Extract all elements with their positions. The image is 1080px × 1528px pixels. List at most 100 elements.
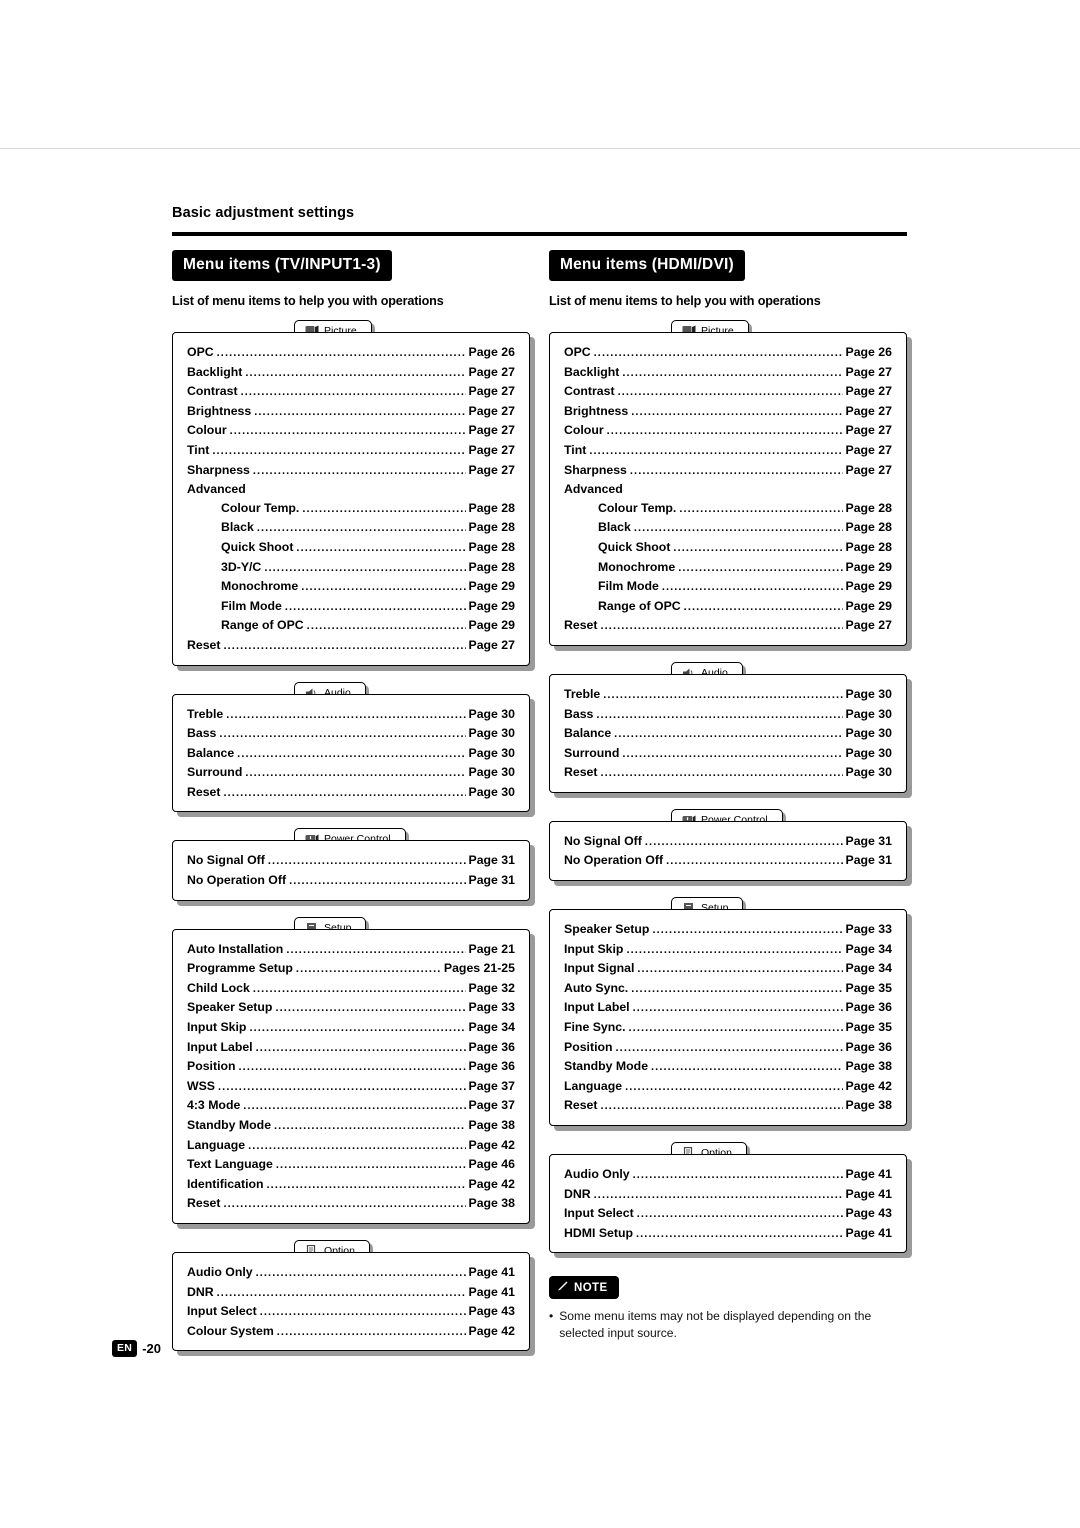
menu-item-page: Page 30 — [468, 706, 516, 721]
menu-list-box: Speaker Setup...........................… — [549, 909, 912, 1131]
menu-item-row: Language................................… — [187, 1136, 515, 1156]
menu-item-row: Monochrome..............................… — [564, 558, 892, 578]
menu-item-page: Page 28 — [468, 500, 516, 515]
menu-item-page: Page 36 — [468, 1039, 516, 1054]
column-hdmi-dvi: Menu items (HDMI/DVI) List of menu items … — [549, 250, 912, 1259]
menu-item-page: Page 28 — [845, 520, 893, 535]
menu-item-label: Contrast — [187, 384, 238, 399]
menu-item-row: No Signal Off...........................… — [187, 851, 515, 871]
menu-item-row: Treble..................................… — [187, 705, 515, 725]
menu-item-label: 4:3 Mode — [187, 1098, 241, 1113]
menu-item-label: Bass — [187, 726, 217, 741]
menu-item-page: Page 29 — [468, 598, 516, 613]
menu-item-label: Reset — [187, 1196, 221, 1211]
leader-dots: ........................................… — [229, 425, 466, 438]
menu-item-page: Page 27 — [845, 364, 893, 379]
menu-item-row: Reset...................................… — [564, 763, 892, 783]
note-badge: NOTE — [549, 1276, 619, 1299]
leader-dots: ........................................… — [218, 1080, 466, 1093]
menu-item-row: Position................................… — [187, 1057, 515, 1077]
menu-item-page: Page 28 — [845, 539, 893, 554]
menu-item-label: Input Select — [564, 1206, 634, 1221]
leader-dots: ........................................… — [275, 1159, 466, 1172]
menu-list: Treble..................................… — [549, 673, 907, 793]
menu-item-row: Advanced — [564, 480, 892, 499]
menu-item-row: Range of OPC............................… — [564, 597, 892, 617]
menu-item-label: Text Language — [187, 1157, 273, 1172]
menu-item-label: Black — [221, 520, 254, 535]
leader-dots: ........................................… — [636, 1227, 843, 1240]
menu-item-row: Input Label.............................… — [187, 1038, 515, 1058]
leader-dots: ........................................… — [226, 708, 465, 721]
menu-item-row: Colour..................................… — [187, 421, 515, 441]
menu-list-box: Audio Only..............................… — [172, 1251, 535, 1357]
leader-dots: ........................................… — [259, 1306, 466, 1319]
leader-dots: ........................................… — [679, 502, 843, 515]
menu-item-page: Page 28 — [468, 520, 516, 535]
menu-item-page: Page 29 — [468, 579, 516, 594]
leader-dots: ........................................… — [255, 1041, 466, 1054]
menu-item-label: Identification — [187, 1176, 264, 1191]
leader-dots: ........................................… — [637, 963, 843, 976]
leader-dots: ........................................… — [606, 425, 843, 438]
menu-item-page: Page 36 — [845, 1000, 893, 1015]
leader-dots: ........................................… — [249, 1022, 466, 1035]
menu-item-label: Position — [187, 1059, 236, 1074]
menu-item-label: Treble — [187, 706, 224, 721]
menu-item-page: Page 27 — [845, 442, 893, 457]
menu-item-row: No Operation Off........................… — [564, 851, 892, 871]
menu-item-row: Colour Temp.............................… — [564, 499, 892, 519]
menu-item-page: Page 29 — [468, 618, 516, 633]
menu-item-row: Input Signal............................… — [564, 959, 892, 979]
menu-item-row: Film Mode...............................… — [187, 597, 515, 617]
leader-dots: ........................................… — [636, 1208, 843, 1221]
menu-item-page: Page 35 — [845, 1020, 893, 1035]
menu-item-label: Input Skip — [187, 1020, 247, 1035]
leader-dots: ........................................… — [252, 464, 466, 477]
menu-item-label: Child Lock — [187, 980, 250, 995]
leader-dots: ........................................… — [593, 1188, 843, 1201]
leader-dots: ........................................… — [238, 1061, 466, 1074]
menu-item-row: Quick Shoot.............................… — [187, 538, 515, 558]
menu-item-row: Text Language...........................… — [187, 1155, 515, 1175]
leader-dots: ........................................… — [223, 1198, 466, 1211]
menu-item-label: Colour Temp. — [221, 500, 300, 515]
leader-dots: ........................................… — [652, 924, 842, 937]
menu-item-page: Page 42 — [845, 1078, 893, 1093]
menu-list-box: Treble..................................… — [549, 673, 912, 798]
note-label: NOTE — [574, 1281, 608, 1294]
menu-item-label: 3D-Y/C — [221, 559, 262, 574]
menu-item-page: Page 34 — [845, 941, 893, 956]
menu-item-row: Auto Sync...............................… — [564, 979, 892, 999]
leader-dots: ........................................… — [593, 347, 843, 359]
column-tv-input: Menu items (TV/INPUT1-3) List of menu ite… — [172, 250, 535, 1357]
note-text: Some menu items may not be displayed dep… — [559, 1309, 872, 1340]
manual-page: Basic adjustment settings Menu items (TV… — [0, 0, 1080, 1528]
leader-dots: ........................................… — [628, 1022, 843, 1035]
menu-item-page: Page 30 — [845, 706, 893, 721]
menu-item-row: HDMI Setup..............................… — [564, 1224, 892, 1244]
menu-item-row: Auto Installation.......................… — [187, 940, 515, 960]
menu-item-page: Page 27 — [845, 403, 893, 418]
menu-item-row: Colour System...........................… — [187, 1322, 515, 1342]
menu-item-label: Reset — [564, 618, 598, 633]
menu-item-row: Input Skip..............................… — [564, 940, 892, 960]
menu-item-label: Audio Only — [564, 1167, 630, 1181]
menu-item-page: Page 38 — [468, 1196, 516, 1211]
menu-item-page: Page 43 — [468, 1304, 516, 1319]
menu-item-row: Input Select............................… — [187, 1302, 515, 1322]
menu-item-page: Page 34 — [468, 1020, 516, 1035]
leader-dots: ........................................… — [600, 620, 843, 633]
leader-dots: ........................................… — [683, 600, 843, 613]
menu-item-label: Colour — [187, 423, 227, 438]
menu-item-row: Backlight...............................… — [187, 363, 515, 383]
section-title: Menu items (TV/INPUT1-3) — [172, 250, 392, 281]
menu-item-label: No Operation Off — [564, 853, 664, 868]
menu-item-label: Advanced — [564, 482, 623, 497]
menu-item-page: Page 27 — [845, 423, 893, 438]
leader-dots: ........................................… — [216, 1286, 466, 1299]
menu-item-page: Page 27 — [468, 442, 516, 457]
menu-item-label: Fine Sync. — [564, 1020, 626, 1035]
menu-item-label: Balance — [187, 745, 235, 760]
menu-list: Audio Only..............................… — [172, 1251, 530, 1352]
